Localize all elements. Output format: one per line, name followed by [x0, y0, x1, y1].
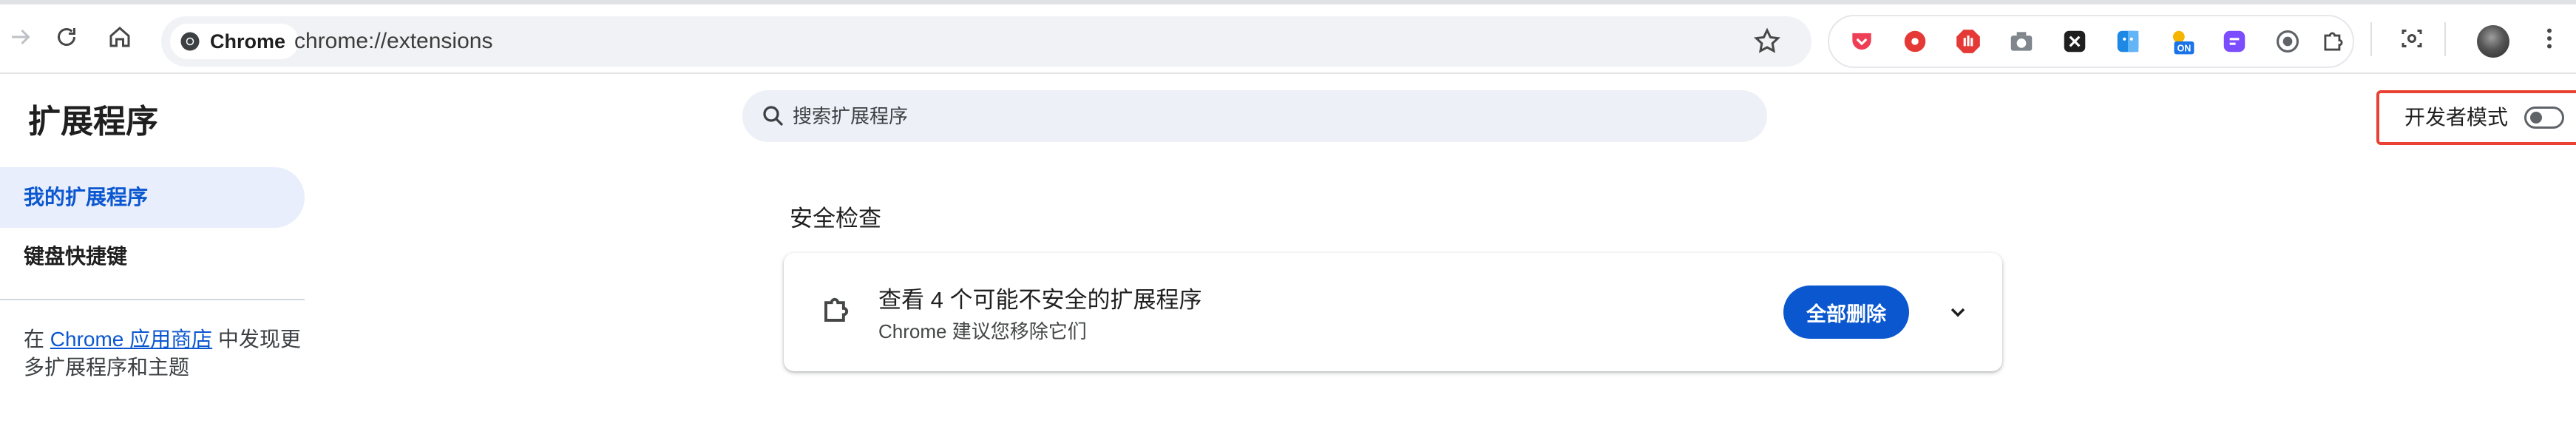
- pocket-icon[interactable]: [1845, 25, 1878, 58]
- purple-chat-icon[interactable]: [2218, 25, 2251, 58]
- x-icon[interactable]: [2058, 25, 2091, 58]
- star-icon: [1753, 27, 1781, 53]
- forward-button[interactable]: [0, 16, 41, 58]
- discover-more-text: 在 Chrome 应用商店 中发现更多扩展程序和主题: [24, 325, 305, 382]
- finder-icon[interactable]: [2112, 25, 2144, 58]
- sidebar-item-label: 我的扩展程序: [24, 186, 149, 209]
- address-bar[interactable]: Chrome chrome://extensions: [161, 16, 1811, 67]
- camera-icon[interactable]: [2005, 25, 2038, 58]
- svg-text:ON: ON: [2177, 43, 2191, 53]
- safety-check-heading: 安全检查: [790, 206, 881, 232]
- extensions-tray: ON: [1828, 15, 2354, 68]
- bookmark-star-button[interactable]: [1752, 27, 1782, 56]
- chrome-logo-icon: [180, 32, 200, 51]
- developer-mode-highlight: 开发者模式: [2376, 90, 2576, 145]
- sidebar-item-my-extensions[interactable]: 我的扩展程序: [0, 167, 305, 228]
- page-title: 扩展程序: [28, 104, 158, 140]
- web-store-link[interactable]: Chrome 应用商店: [50, 328, 212, 351]
- on-badge-icon[interactable]: ON: [2165, 25, 2197, 58]
- stop-hand-icon[interactable]: [1952, 25, 1984, 58]
- developer-mode-label: 开发者模式: [2404, 106, 2509, 129]
- sidebar-item-keyboard-shortcuts[interactable]: 键盘快捷键: [24, 232, 127, 281]
- chip-label: Chrome: [210, 30, 286, 53]
- chevron-down-icon: [1950, 308, 1965, 317]
- developer-mode-toggle[interactable]: [2524, 107, 2564, 129]
- browser-toolbar: Chrome chrome://extensions ON: [0, 0, 2576, 74]
- home-icon: [109, 27, 130, 47]
- url-text[interactable]: chrome://extensions: [294, 16, 492, 67]
- forward-icon: [12, 29, 30, 45]
- search-icon: [763, 106, 784, 126]
- screenshot-button[interactable]: [2391, 18, 2433, 59]
- extension-puzzle-icon: [824, 297, 849, 322]
- screenshot-icon: [2402, 30, 2422, 47]
- sidebar-divider: [0, 299, 305, 300]
- unsafe-extensions-title: 查看 4 个可能不安全的扩展程序: [878, 287, 1202, 313]
- discover-prefix: 在: [24, 328, 50, 351]
- menu-button[interactable]: [2529, 18, 2570, 59]
- record-icon[interactable]: [1899, 25, 1931, 58]
- more-vert-icon: [2547, 28, 2552, 49]
- reload-icon: [58, 28, 75, 46]
- remove-all-button[interactable]: 全部删除: [1783, 286, 1909, 339]
- chrome-site-chip[interactable]: Chrome: [170, 24, 299, 59]
- expand-button[interactable]: [1940, 294, 1976, 330]
- search-input[interactable]: 搜索扩展程序: [742, 90, 1767, 142]
- profile-avatar[interactable]: [2477, 25, 2509, 58]
- home-button[interactable]: [99, 16, 140, 58]
- toolbar-divider: [2370, 22, 2372, 56]
- safety-check-card: 查看 4 个可能不安全的扩展程序 Chrome 建议您移除它们 全部删除: [784, 253, 2002, 371]
- circle-record-icon[interactable]: [2271, 25, 2304, 58]
- unsafe-extensions-subtitle: Chrome 建议您移除它们: [878, 320, 1087, 342]
- search-placeholder: 搜索扩展程序: [793, 105, 909, 127]
- toggle-knob: [2530, 112, 2542, 124]
- reload-button[interactable]: [46, 16, 87, 58]
- toolbar-divider-2: [2444, 22, 2446, 56]
- puzzle-icon[interactable]: [2317, 25, 2350, 58]
